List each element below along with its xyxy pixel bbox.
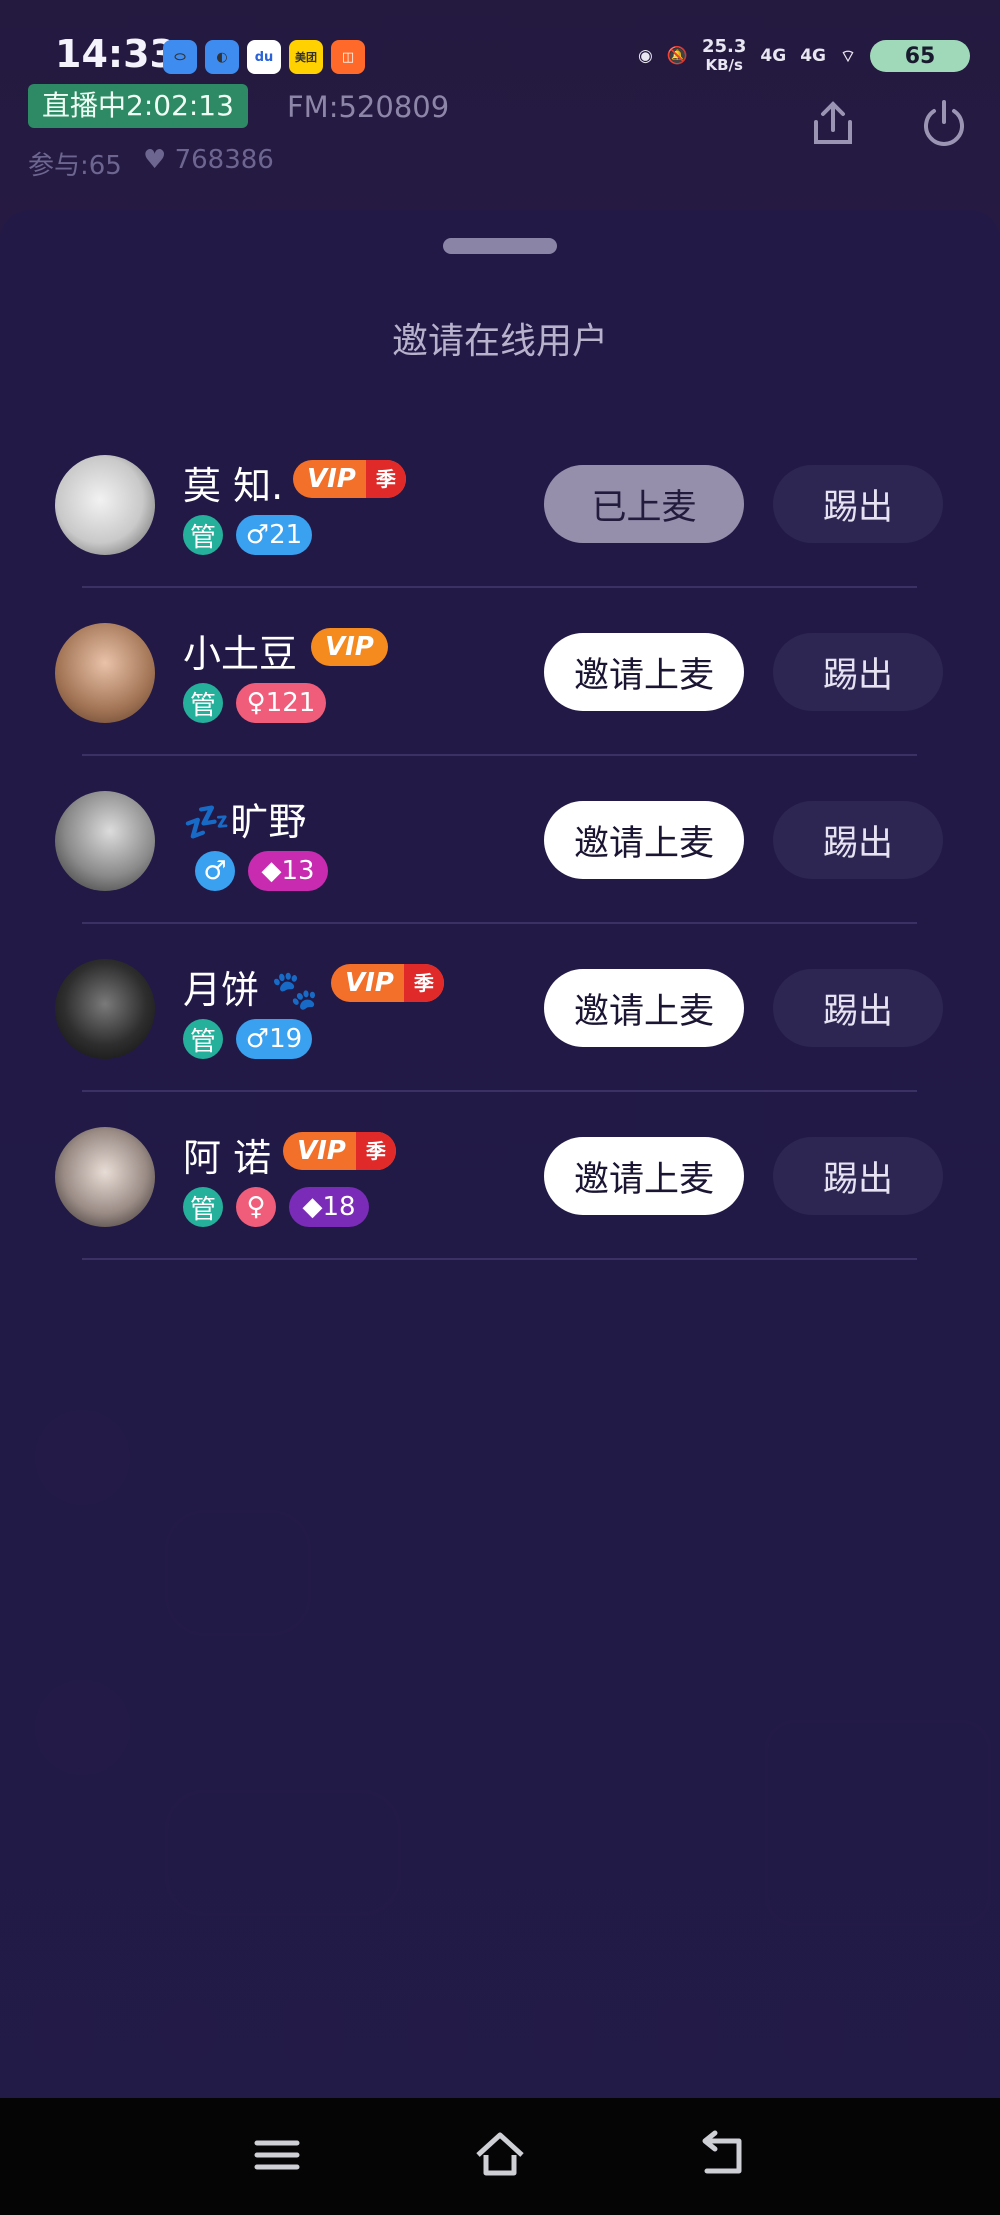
user-avatar[interactable] bbox=[55, 791, 155, 891]
user-name: 月饼 🐾 bbox=[183, 968, 319, 1012]
power-icon[interactable] bbox=[918, 98, 970, 150]
level-badge: ◆ 18 bbox=[289, 1187, 369, 1227]
meituan-icon: 美团 bbox=[289, 40, 323, 74]
clock: 14:33 bbox=[55, 32, 176, 76]
kick-button[interactable]: 踢出 bbox=[773, 969, 943, 1047]
user-name: 莫 知. bbox=[183, 464, 284, 508]
signal-4g-1: 4G bbox=[760, 46, 787, 66]
app-a-icon: ⬭ bbox=[163, 40, 197, 74]
kick-button[interactable]: 踢出 bbox=[773, 465, 943, 543]
gender-level-badge: ♂ 19 bbox=[236, 1019, 312, 1059]
network-speed: 25.3 KB/s bbox=[702, 36, 747, 75]
vip-badge: VIP 季 bbox=[293, 460, 406, 498]
room-fm-id: FM:520809 bbox=[287, 90, 450, 124]
kick-button[interactable]: 踢出 bbox=[773, 801, 943, 879]
home-icon[interactable] bbox=[470, 2125, 530, 2185]
gender-level-badge: ♀ 121 bbox=[236, 683, 326, 723]
sheet-drag-handle[interactable] bbox=[443, 238, 557, 254]
user-row: 莫 知. VIP 季 管 ♂ 21 已上麦 踢出 bbox=[0, 420, 1000, 587]
mask-icon: ◉ bbox=[637, 46, 653, 66]
user-row: 💤旷野 ♂ ◆ 13 邀请上麦 踢出 bbox=[0, 756, 1000, 923]
app-e-icon: ◫ bbox=[331, 40, 365, 74]
user-name: 小土豆 bbox=[183, 632, 298, 676]
gender-level-badge: ♂ 21 bbox=[236, 515, 312, 555]
notification-app-icons: ⬭ ◐ du 美团 ◫ bbox=[163, 40, 365, 74]
live-duration-badge: 直播中2:02:13 bbox=[28, 84, 248, 128]
gender-badge: ♂ bbox=[195, 851, 235, 891]
wifi-icon: ⌔ bbox=[840, 46, 856, 67]
on-mic-button[interactable]: 已上麦 bbox=[544, 465, 744, 543]
user-row: 小土豆 VIP 管 ♀ 121 邀请上麦 踢出 bbox=[0, 588, 1000, 755]
user-avatar[interactable] bbox=[55, 1127, 155, 1227]
vip-badge: VIP bbox=[311, 628, 388, 666]
sheet-title: 邀请在线用户 bbox=[391, 321, 608, 362]
user-name: 💤旷野 bbox=[183, 800, 307, 844]
kick-button[interactable]: 踢出 bbox=[773, 633, 943, 711]
app-b-icon: ◐ bbox=[205, 40, 239, 74]
mute-bell-icon: 🔕 bbox=[666, 46, 688, 66]
invite-to-mic-button[interactable]: 邀请上麦 bbox=[544, 633, 744, 711]
baidu-icon: du bbox=[247, 40, 281, 74]
status-bar: 14:33 ⬭ ◐ du 美团 ◫ ◉ 🔕 25.3 KB/s 4G 4G ⌔ … bbox=[0, 0, 1000, 80]
user-row: 月饼 🐾 VIP 季 管 ♂ 19 邀请上麦 踢出 bbox=[0, 924, 1000, 1091]
participant-count: 参与:65 bbox=[28, 151, 122, 181]
admin-badge: 管 bbox=[183, 1019, 223, 1059]
user-row: 阿 诺 VIP 季 管 ♀ ◆ 18 邀请上麦 踢出 bbox=[0, 1092, 1000, 1259]
signal-4g-2: 4G bbox=[800, 46, 827, 66]
gender-badge: ♀ bbox=[236, 1187, 276, 1227]
status-indicators: ◉ 🔕 25.3 KB/s 4G 4G ⌔ 65 bbox=[638, 38, 970, 74]
user-avatar[interactable] bbox=[55, 455, 155, 555]
vip-badge: VIP 季 bbox=[331, 964, 444, 1002]
level-badge: ◆ 13 bbox=[248, 851, 328, 891]
battery-indicator: 65 bbox=[870, 40, 970, 72]
admin-badge: 管 bbox=[183, 1187, 223, 1227]
vip-badge: VIP 季 bbox=[283, 1132, 396, 1170]
invite-to-mic-button[interactable]: 邀请上麦 bbox=[544, 969, 744, 1047]
invite-to-mic-button[interactable]: 邀请上麦 bbox=[544, 801, 744, 879]
row-divider bbox=[82, 1258, 917, 1260]
invite-to-mic-button[interactable]: 邀请上麦 bbox=[544, 1137, 744, 1215]
user-avatar[interactable] bbox=[55, 959, 155, 1059]
share-icon[interactable] bbox=[808, 98, 858, 148]
user-name: 阿 诺 bbox=[183, 1136, 272, 1180]
back-icon[interactable] bbox=[693, 2125, 753, 2185]
like-count: ♥ 768386 bbox=[143, 145, 274, 175]
user-avatar[interactable] bbox=[55, 623, 155, 723]
recent-apps-icon[interactable] bbox=[247, 2125, 307, 2185]
kick-button[interactable]: 踢出 bbox=[773, 1137, 943, 1215]
admin-badge: 管 bbox=[183, 515, 223, 555]
admin-badge: 管 bbox=[183, 683, 223, 723]
